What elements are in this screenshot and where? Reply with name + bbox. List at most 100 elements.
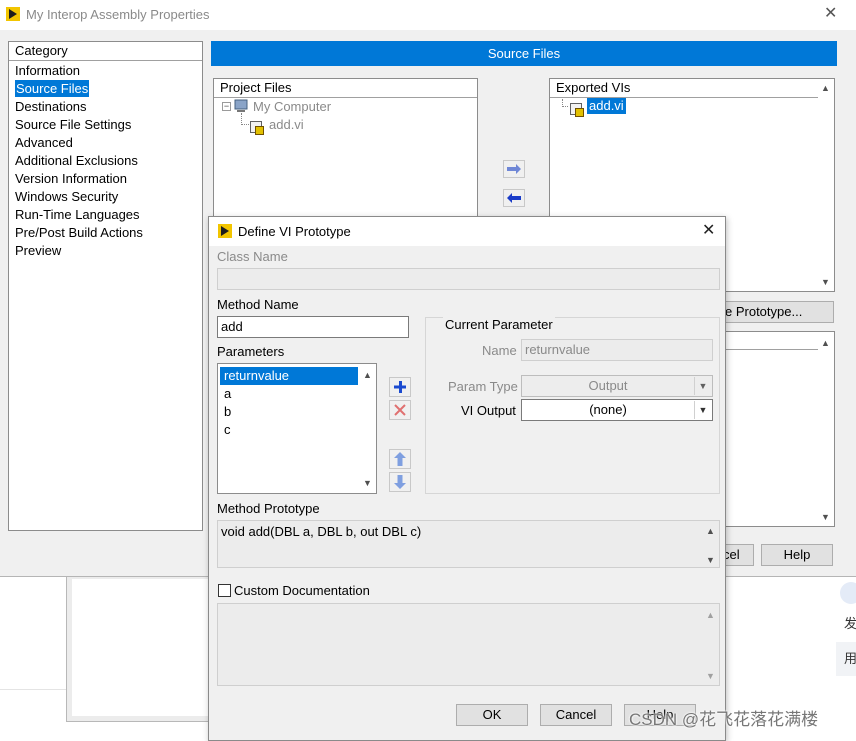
section-banner: Source Files [211, 41, 837, 66]
category-items: Information Source Files Destinations So… [15, 62, 195, 260]
current-parameter-label: Current Parameter [443, 317, 555, 333]
parameters-list[interactable]: ▲ ▼ returnvalue a b c [217, 363, 377, 494]
remove-from-exported-button[interactable] [503, 189, 525, 207]
remove-parameter-button[interactable] [389, 400, 411, 420]
method-prototype-box: void add(DBL a, DBL b, out DBL c) ▲ ▼ [217, 520, 720, 568]
vi-output-value: (none) [589, 402, 627, 417]
plus-icon [394, 381, 406, 393]
category-item-preview[interactable]: Preview [15, 242, 195, 260]
project-files-tree[interactable]: Project Files − My Computer add.vi [213, 78, 478, 228]
background-divider [0, 689, 66, 690]
main-window-title: My Interop Assembly Properties [26, 7, 210, 22]
param-type-value: Output [588, 378, 628, 393]
name-input: returnvalue [521, 339, 713, 361]
scroll-up-icon[interactable]: ▲ [821, 338, 830, 348]
scroll-up-icon[interactable]: ▲ [821, 83, 830, 93]
main-help-button[interactable]: Help [761, 544, 833, 566]
vi-file-icon [250, 121, 264, 135]
main-close-button[interactable]: ✕ [824, 5, 837, 23]
tree-expander-icon[interactable]: − [222, 102, 231, 111]
exported-vi-icon [570, 103, 584, 117]
scroll-up-icon[interactable]: ▲ [363, 370, 372, 380]
watermark: CSDN @花飞花落花满楼 [629, 710, 819, 729]
custom-doc-label[interactable]: Custom Documentation [234, 583, 370, 599]
prototype-scrollbar[interactable]: ▲ ▼ [703, 521, 719, 567]
parameters-scrollbar[interactable]: ▲ ▼ [360, 364, 376, 493]
chevron-down-icon[interactable]: ▼ [694, 401, 711, 419]
description-header-line [713, 349, 818, 350]
tree-connector-exported [562, 99, 568, 107]
scroll-up-icon[interactable]: ▲ [706, 526, 715, 536]
arrow-down-icon [394, 475, 406, 489]
description-scrollbar[interactable]: ▲ ▼ [818, 332, 834, 526]
dialog-titlebar: Define VI Prototype ✕ [209, 217, 725, 246]
vi-output-select[interactable]: (none) ▼ [521, 399, 713, 421]
exported-scrollbar[interactable]: ▲ ▼ [818, 79, 834, 291]
exported-vi-item[interactable]: add.vi [587, 98, 626, 114]
name-label: Name [482, 343, 517, 358]
category-item-additional-exclusions[interactable]: Additional Exclusions [15, 152, 195, 170]
category-item-pre-post-build[interactable]: Pre/Post Build Actions [15, 224, 195, 242]
category-item-source-files[interactable]: Source Files [15, 80, 195, 98]
method-prototype-value: void add(DBL a, DBL b, out DBL c) [221, 524, 422, 539]
main-titlebar: My Interop Assembly Properties ✕ [0, 0, 856, 30]
remove-x-icon [394, 404, 406, 416]
category-item-windows-security[interactable]: Windows Security [15, 188, 195, 206]
method-name-input[interactable]: add [217, 316, 409, 338]
custom-doc-box: ▲ ▼ [217, 603, 720, 686]
dialog-close-button[interactable]: ✕ [702, 222, 715, 240]
ok-label: OK [482, 707, 502, 722]
add-parameter-button[interactable] [389, 377, 411, 397]
ok-button[interactable]: OK [456, 704, 528, 726]
labview-logo-icon [6, 7, 20, 21]
scroll-down-icon[interactable]: ▼ [821, 277, 830, 287]
background-side-text-2: 用 [844, 651, 856, 666]
method-prototype-label: Method Prototype [217, 501, 320, 516]
section-banner-title: Source Files [487, 46, 561, 61]
background-panel [66, 574, 216, 722]
class-name-label: Class Name [217, 249, 288, 264]
vi-output-label: VI Output [461, 403, 516, 418]
doc-scrollbar[interactable]: ▲ ▼ [703, 604, 719, 685]
scroll-down-icon[interactable]: ▼ [363, 478, 372, 488]
define-prototype-label: e Prototype... [725, 304, 803, 319]
move-down-button[interactable] [389, 472, 411, 492]
category-list[interactable]: Category Information Source Files Destin… [8, 41, 203, 531]
main-help-label: Help [783, 547, 811, 562]
parameters-label: Parameters [217, 344, 285, 359]
param-type-select: Output ▼ [521, 375, 713, 397]
project-child-label[interactable]: add.vi [269, 117, 304, 133]
scroll-down-icon[interactable]: ▼ [706, 555, 715, 565]
exported-vis-header: Exported VIs [550, 79, 818, 98]
project-files-header: Project Files [214, 79, 477, 98]
scroll-down-icon[interactable]: ▼ [821, 512, 830, 522]
parameter-item-c[interactable]: c [220, 421, 358, 439]
custom-doc-checkbox[interactable] [218, 584, 231, 597]
parameter-item-a[interactable]: a [220, 385, 358, 403]
category-item-advanced[interactable]: Advanced [15, 134, 195, 152]
parameter-item-b[interactable]: b [220, 403, 358, 421]
add-to-exported-button[interactable] [503, 160, 525, 178]
move-up-button[interactable] [389, 449, 411, 469]
tree-connector [241, 113, 249, 125]
category-item-version-information[interactable]: Version Information [15, 170, 195, 188]
scroll-down-icon[interactable]: ▼ [706, 671, 715, 681]
category-header: Category [9, 42, 202, 61]
background-side-avatar-icon [840, 582, 856, 604]
chevron-down-icon: ▼ [694, 377, 711, 395]
category-item-destinations[interactable]: Destinations [15, 98, 195, 116]
arrow-left-icon [507, 193, 521, 203]
arrow-right-icon [507, 164, 521, 174]
category-item-information[interactable]: Information [15, 62, 195, 80]
project-root-label[interactable]: My Computer [253, 99, 331, 115]
parameter-item-returnvalue[interactable]: returnvalue [220, 367, 358, 385]
category-item-source-files-label: Source Files [15, 80, 90, 97]
computer-icon [234, 99, 248, 112]
cancel-button[interactable]: Cancel [540, 704, 612, 726]
cancel-label: Cancel [555, 707, 597, 722]
method-name-value: add [221, 319, 243, 334]
scroll-up-icon[interactable]: ▲ [706, 610, 715, 620]
category-item-runtime-languages[interactable]: Run-Time Languages [15, 206, 195, 224]
vi-description-area[interactable]: ▲ ▼ [712, 331, 835, 527]
category-item-source-file-settings[interactable]: Source File Settings [15, 116, 195, 134]
